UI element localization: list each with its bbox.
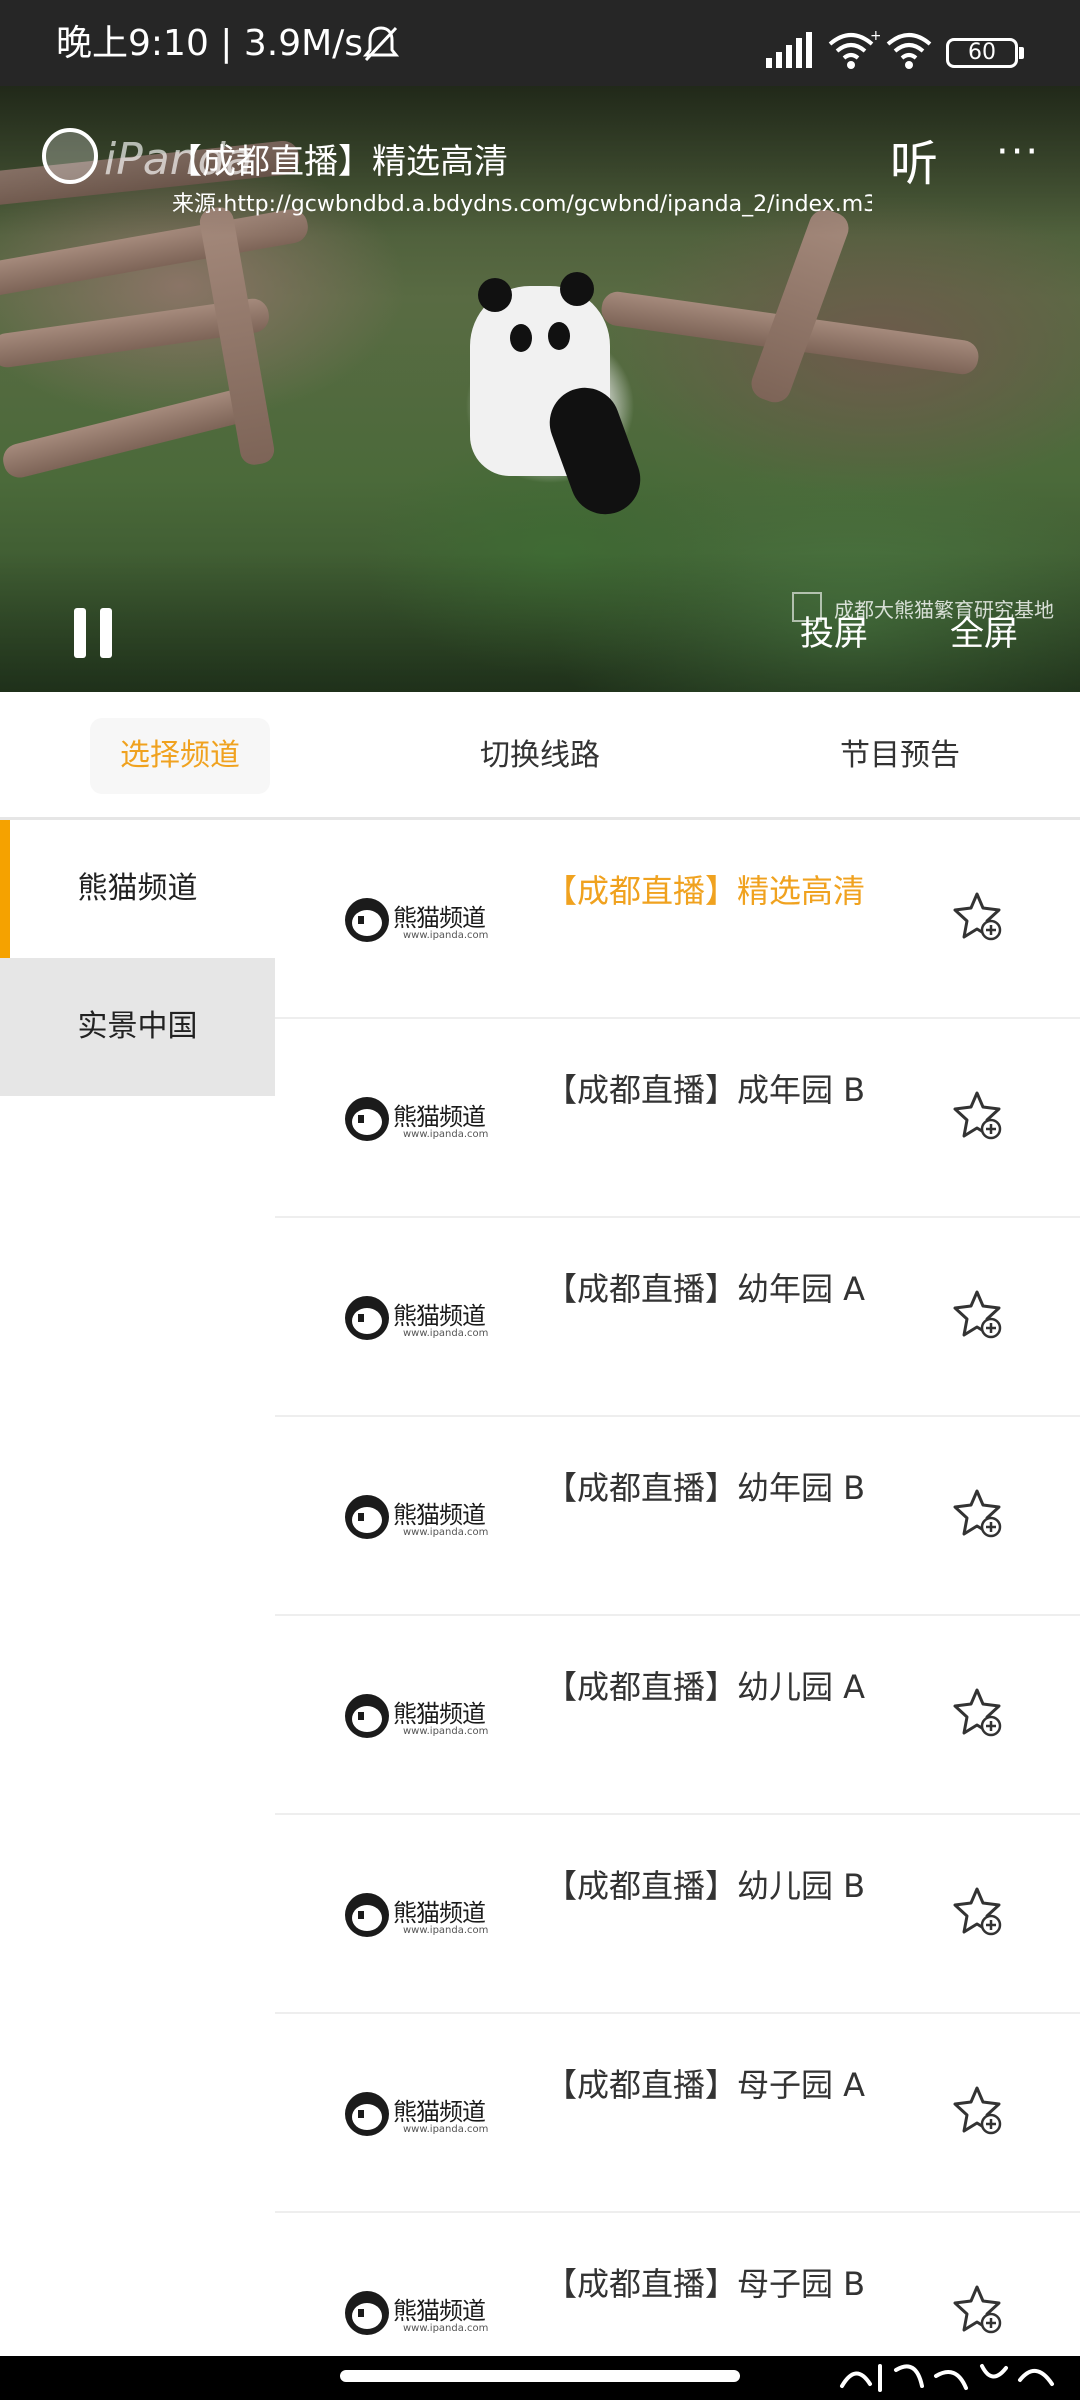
pause-icon [74, 608, 86, 658]
tab-switch-line[interactable]: 切换线路 [450, 718, 630, 794]
panda-channel-logo: 熊猫频道 www.ipanda.com [345, 896, 495, 954]
status-time: 晚上9:10 | 3.9M/s [56, 23, 364, 64]
pause-button[interactable] [74, 608, 118, 658]
fullscreen-button[interactable]: 全屏 [950, 606, 1018, 655]
active-indicator [0, 820, 10, 958]
panda-face-icon [345, 1694, 389, 1738]
favorite-add-icon[interactable] [951, 890, 1007, 946]
video-title: 【成都直播】精选高清 [168, 142, 508, 182]
favorite-add-icon[interactable] [951, 1686, 1007, 1742]
panda-face-icon [345, 1097, 389, 1141]
logo-brand: 熊猫频道 [393, 1899, 486, 1927]
cast-button[interactable]: 投屏 [800, 606, 868, 655]
logo-url: www.ipanda.com [403, 2323, 489, 2334]
panda-eye [548, 322, 570, 350]
favorite-add-icon[interactable] [951, 1885, 1007, 1941]
channel-name: 【成都直播】幼儿园 A [545, 1668, 866, 1706]
sidebar-item-china-scenery[interactable]: 实景中国 [0, 958, 275, 1096]
channel-name: 【成都直播】母子园 A [545, 2066, 866, 2104]
channel-name: 【成都直播】幼年园 A [545, 1270, 866, 1308]
wifi-plus-icon: + [828, 28, 880, 69]
tab-bar: 选择频道 切换线路 节目预告 [0, 692, 1080, 820]
logo-url: www.ipanda.com [403, 1328, 489, 1339]
panda-face-icon [345, 2092, 389, 2136]
logo-url: www.ipanda.com [403, 1726, 489, 1737]
favorite-add-icon[interactable] [951, 1487, 1007, 1543]
panda-ear [560, 272, 594, 306]
panda-channel-logo: 熊猫频道 www.ipanda.com [345, 2090, 495, 2148]
mute-notification-icon [362, 26, 400, 62]
video-source: 来源:http://gcwbndbd.a.bdydns.com/gcwbnd/i… [172, 192, 872, 217]
logo-brand: 熊猫频道 [393, 1700, 486, 1728]
system-nav-bar [0, 2356, 1080, 2400]
panda-channel-logo: 熊猫频道 www.ipanda.com [345, 1095, 495, 1153]
logo-brand: 熊猫频道 [393, 1103, 486, 1131]
logo-brand: 熊猫频道 [393, 904, 486, 932]
cellular-signal-icon [766, 32, 812, 68]
favorite-add-icon[interactable] [951, 1089, 1007, 1145]
channel-name: 【成都直播】幼年园 B [545, 1469, 866, 1507]
signature-watermark [840, 2364, 1054, 2392]
sidebar-item-label: 熊猫频道 [77, 871, 198, 906]
favorite-add-icon[interactable] [951, 1288, 1007, 1344]
panda-channel-logo: 熊猫频道 www.ipanda.com [345, 2289, 495, 2347]
channel-name: 【成都直播】母子园 B [545, 2265, 866, 2303]
panda-eye [510, 324, 532, 352]
tab-program-guide[interactable]: 节目预告 [810, 718, 990, 794]
panda-face-icon [345, 1296, 389, 1340]
channel-row[interactable]: 熊猫频道 www.ipanda.com 【成都直播】母子园 B [275, 2213, 1080, 2360]
listen-button[interactable]: 听 [890, 124, 938, 194]
panda-channel-logo: 熊猫频道 www.ipanda.com [345, 1493, 495, 1551]
logo-brand: 熊猫频道 [393, 2297, 486, 2325]
channel-name: 【成都直播】幼儿园 B [545, 1867, 866, 1905]
favorite-add-icon[interactable] [951, 2084, 1007, 2140]
panda-face-icon [345, 1495, 389, 1539]
wifi-icon [886, 33, 932, 69]
channel-row[interactable]: 熊猫频道 www.ipanda.com 【成都直播】幼年园 A [275, 1218, 1080, 1417]
channel-row[interactable]: 熊猫频道 www.ipanda.com 【成都直播】母子园 A [275, 2014, 1080, 2213]
panda-channel-logo: 熊猫频道 www.ipanda.com [345, 1891, 495, 1949]
svg-text:+: + [870, 28, 880, 44]
channel-list[interactable]: 熊猫频道 www.ipanda.com 【成都直播】精选高清 熊猫频道 www.… [275, 820, 1080, 2360]
tab-select-channel[interactable]: 选择频道 [90, 718, 270, 794]
logo-url: www.ipanda.com [403, 1129, 489, 1140]
logo-brand: 熊猫频道 [393, 2098, 486, 2126]
scene-log [0, 385, 261, 481]
panda-face-icon [345, 2291, 389, 2335]
panda-face-icon [345, 898, 389, 942]
ipanda-logo-icon [42, 128, 98, 184]
channel-row[interactable]: 熊猫频道 www.ipanda.com 【成都直播】幼儿园 B [275, 1815, 1080, 2014]
channel-row[interactable]: 熊猫频道 www.ipanda.com 【成都直播】成年园 B [275, 1019, 1080, 1218]
channel-name: 【成都直播】精选高清 [545, 872, 866, 910]
logo-url: www.ipanda.com [403, 1527, 489, 1538]
home-gesture-handle[interactable] [340, 2370, 740, 2382]
favorite-add-icon[interactable] [951, 2283, 1007, 2339]
channel-row[interactable]: 熊猫频道 www.ipanda.com 【成都直播】幼儿园 A [275, 1616, 1080, 1815]
panda-channel-logo: 熊猫频道 www.ipanda.com [345, 1294, 495, 1352]
sidebar-item-panda-channel[interactable]: 熊猫频道 [0, 820, 275, 958]
panda-ear [478, 278, 512, 312]
sidebar-item-label: 实景中国 [77, 1009, 198, 1044]
battery-icon: 60 [946, 38, 1024, 68]
panda-face-icon [345, 1893, 389, 1937]
logo-brand: 熊猫频道 [393, 1302, 486, 1330]
channel-row[interactable]: 熊猫频道 www.ipanda.com 【成都直播】精选高清 [275, 820, 1080, 1019]
video-player[interactable]: iPanda 【成都直播】精选高清 来源:http://gcwbndbd.a.b… [0, 86, 1080, 692]
more-options-button[interactable]: ··· [996, 132, 1040, 172]
channel-name: 【成都直播】成年园 B [545, 1071, 866, 1109]
logo-url: www.ipanda.com [403, 1925, 489, 1936]
channel-row[interactable]: 熊猫频道 www.ipanda.com 【成都直播】幼年园 B [275, 1417, 1080, 1616]
pause-icon [100, 608, 112, 658]
category-sidebar: 熊猫频道 实景中国 [0, 820, 275, 2400]
logo-url: www.ipanda.com [403, 930, 489, 941]
logo-url: www.ipanda.com [403, 2124, 489, 2135]
panda-channel-logo: 熊猫频道 www.ipanda.com [345, 1692, 495, 1750]
status-bar: 晚上9:10 | 3.9M/s + 60 [0, 0, 1080, 86]
logo-brand: 熊猫频道 [393, 1501, 486, 1529]
